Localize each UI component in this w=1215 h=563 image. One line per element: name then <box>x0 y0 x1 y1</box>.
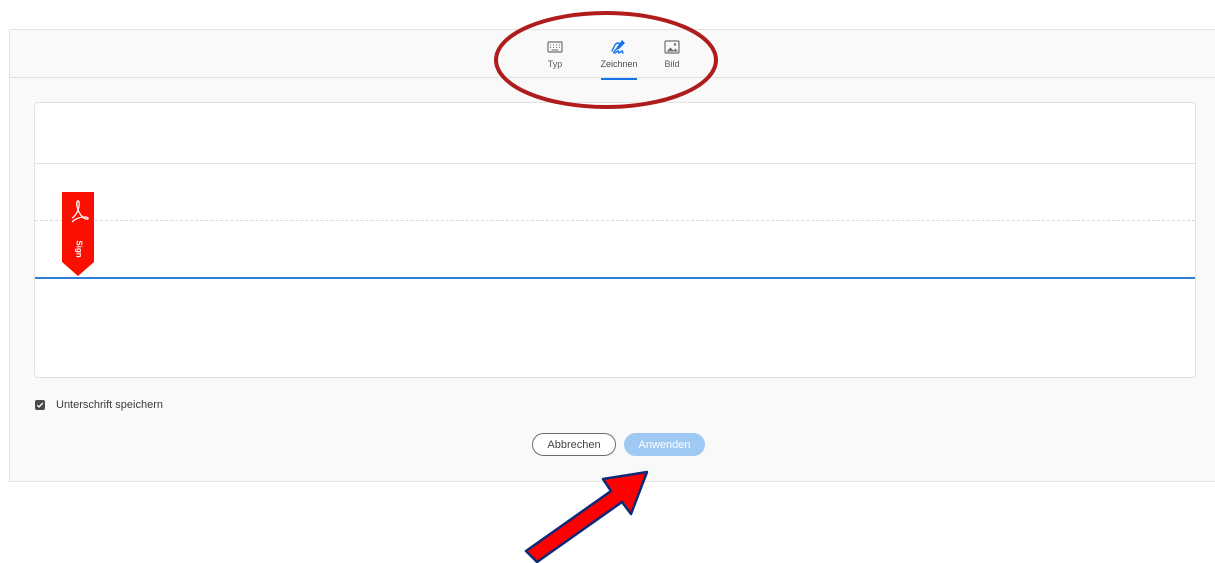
pen-draw-icon <box>611 40 625 54</box>
top-divider <box>35 163 1195 164</box>
apply-button[interactable]: Anwenden <box>624 433 705 456</box>
checkmark-icon <box>36 402 44 408</box>
signature-mode-tabs: Typ Zeichnen Bild <box>10 30 1215 80</box>
guide-line <box>35 220 1195 221</box>
signature-baseline <box>35 277 1195 279</box>
save-signature-checkbox[interactable] <box>35 400 45 410</box>
tab-zeichnen[interactable]: Zeichnen <box>594 39 644 80</box>
tab-typ-label: Typ <box>547 59 563 69</box>
save-signature-label: Unterschrift speichern <box>56 399 163 411</box>
save-signature-option[interactable]: Unterschrift speichern <box>35 398 163 412</box>
sign-badge <box>62 192 94 276</box>
tab-bild[interactable]: Bild <box>647 39 697 77</box>
sign-badge-text: Sign <box>74 240 84 258</box>
tab-bild-label: Bild <box>664 59 680 69</box>
signature-dialog: Typ Zeichnen Bild Sign Unterschrift spei… <box>9 29 1215 482</box>
image-icon <box>664 40 680 54</box>
cancel-button[interactable]: Abbrechen <box>532 433 616 456</box>
pointer-arrow <box>524 470 649 563</box>
keyboard-icon <box>547 41 563 53</box>
signature-draw-area[interactable]: Sign <box>34 102 1196 378</box>
tab-zeichnen-label: Zeichnen <box>600 59 638 69</box>
tab-typ[interactable]: Typ <box>530 39 580 77</box>
